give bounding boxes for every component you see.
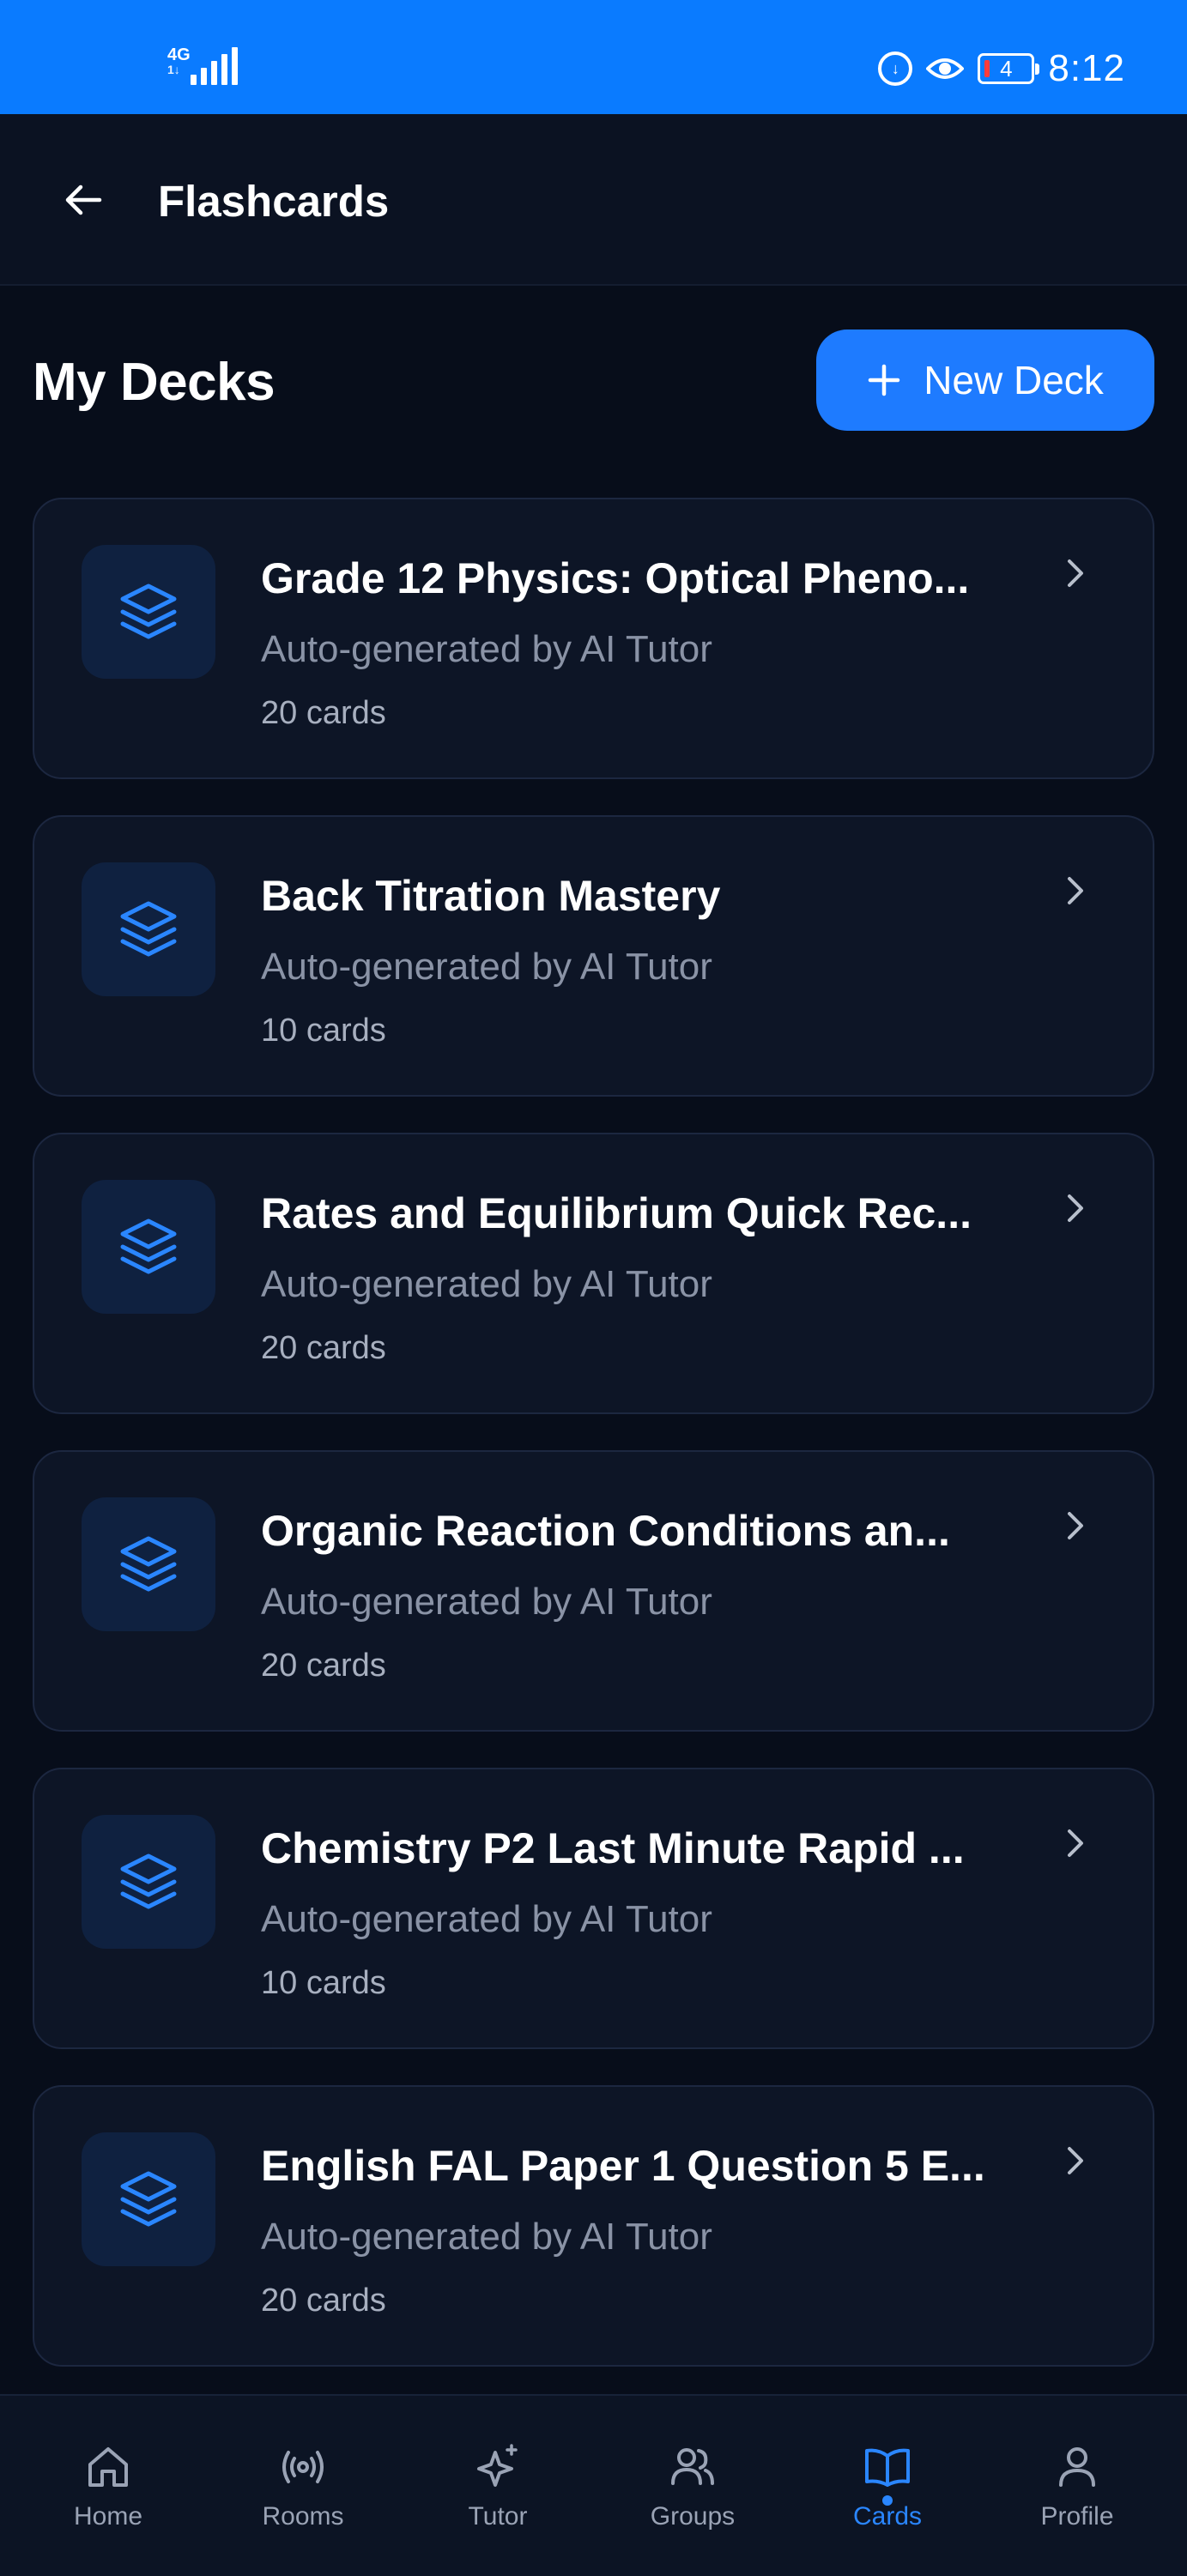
user-icon xyxy=(1059,2447,1095,2487)
page-title: Flashcards xyxy=(158,177,390,226)
deck-card[interactable]: Organic Reaction Conditions an... Auto-g… xyxy=(33,1450,1154,1732)
nav-groups[interactable]: Groups xyxy=(594,2396,791,2576)
deck-title: Grade 12 Physics: Optical Pheno... xyxy=(261,554,970,602)
nav-label: Tutor xyxy=(468,2502,528,2531)
chevron-right-icon xyxy=(1068,877,1083,904)
bottom-navigation: Home Rooms Tutor Groups Cards Profile xyxy=(0,2394,1187,2576)
chevron-right-icon xyxy=(1068,1512,1083,1539)
eye-comfort-icon xyxy=(926,58,965,79)
deck-card-count: 20 cards xyxy=(261,2283,386,2319)
nav-rooms[interactable]: Rooms xyxy=(204,2396,402,2576)
nav-label: Groups xyxy=(650,2502,736,2531)
layers-icon xyxy=(120,1536,177,1592)
deck-icon-container xyxy=(82,1497,215,1631)
chevron-right-icon xyxy=(1068,1829,1083,1857)
deck-list: Grade 12 Physics: Optical Pheno... Auto-… xyxy=(33,498,1154,2403)
layers-icon xyxy=(120,901,177,957)
deck-card-count: 10 cards xyxy=(261,1013,386,1049)
users-icon xyxy=(671,2448,714,2485)
nav-label: Home xyxy=(73,2502,143,2531)
section-title: My Decks xyxy=(33,353,276,412)
deck-card[interactable]: Grade 12 Physics: Optical Pheno... Auto-… xyxy=(33,498,1154,779)
status-bar: 4G 1↓ ↓ 4 8:12 xyxy=(0,0,1187,114)
deck-card-count: 20 cards xyxy=(261,1330,386,1366)
plus-icon xyxy=(868,364,900,396)
layers-icon xyxy=(120,2171,177,2227)
nav-cards[interactable]: Cards xyxy=(789,2396,986,2576)
nav-profile[interactable]: Profile xyxy=(978,2396,1176,2576)
arrow-left-icon[interactable] xyxy=(62,178,105,221)
new-deck-button[interactable]: New Deck xyxy=(816,330,1154,431)
deck-icon-container xyxy=(82,862,215,996)
deck-title: English FAL Paper 1 Question 5 E... xyxy=(261,2142,985,2190)
clock: 8:12 xyxy=(1048,47,1125,89)
chevron-right-icon xyxy=(1068,2147,1083,2174)
deck-subtitle: Auto-generated by AI Tutor xyxy=(261,1581,712,1623)
home-icon xyxy=(88,2447,128,2487)
deck-subtitle: Auto-generated by AI Tutor xyxy=(261,946,712,988)
deck-title: Rates and Equilibrium Quick Rec... xyxy=(261,1189,972,1237)
nav-label: Rooms xyxy=(262,2502,344,2531)
deck-icon-container xyxy=(82,2132,215,2266)
deck-card[interactable]: Rates and Equilibrium Quick Rec... Auto-… xyxy=(33,1133,1154,1414)
deck-icon-container xyxy=(82,1180,215,1314)
signal-strength-icon xyxy=(191,47,238,85)
app-header: Flashcards xyxy=(0,114,1187,286)
nav-home[interactable]: Home xyxy=(9,2396,207,2576)
layers-icon xyxy=(120,1853,177,1909)
chevron-right-icon xyxy=(1068,1194,1083,1222)
book-open-icon xyxy=(865,2448,910,2487)
deck-icon-container xyxy=(82,545,215,679)
broadcast-icon xyxy=(282,2451,324,2483)
deck-subtitle: Auto-generated by AI Tutor xyxy=(261,2216,712,2258)
nav-tutor[interactable]: Tutor xyxy=(399,2396,597,2576)
sparkles-icon xyxy=(477,2444,518,2487)
chevron-right-icon xyxy=(1068,559,1083,587)
new-deck-label: New Deck xyxy=(924,358,1104,402)
deck-title: Chemistry P2 Last Minute Rapid ... xyxy=(261,1824,965,1872)
nav-label: Cards xyxy=(852,2502,923,2531)
deck-title: Back Titration Mastery xyxy=(261,872,721,920)
deck-subtitle: Auto-generated by AI Tutor xyxy=(261,628,712,670)
deck-title: Organic Reaction Conditions an... xyxy=(261,1507,950,1555)
deck-icon-container xyxy=(82,1815,215,1949)
active-indicator xyxy=(882,2495,893,2506)
deck-card-count: 20 cards xyxy=(261,1648,386,1684)
nav-label: Profile xyxy=(1040,2502,1114,2531)
deck-card[interactable]: Chemistry P2 Last Minute Rapid ... Auto-… xyxy=(33,1768,1154,2049)
network-type: 4G 1↓ xyxy=(167,45,191,76)
deck-card[interactable]: English FAL Paper 1 Question 5 E... Auto… xyxy=(33,2085,1154,2367)
battery-icon: 4 xyxy=(978,53,1040,84)
data-saver-icon: ↓ xyxy=(878,51,913,86)
layers-icon xyxy=(120,1218,177,1274)
layers-icon xyxy=(120,584,177,639)
deck-card[interactable]: Back Titration Mastery Auto-generated by… xyxy=(33,815,1154,1097)
deck-subtitle: Auto-generated by AI Tutor xyxy=(261,1898,712,1940)
deck-subtitle: Auto-generated by AI Tutor xyxy=(261,1263,712,1305)
deck-card-count: 10 cards xyxy=(261,1965,386,2001)
deck-card-count: 20 cards xyxy=(261,695,386,731)
